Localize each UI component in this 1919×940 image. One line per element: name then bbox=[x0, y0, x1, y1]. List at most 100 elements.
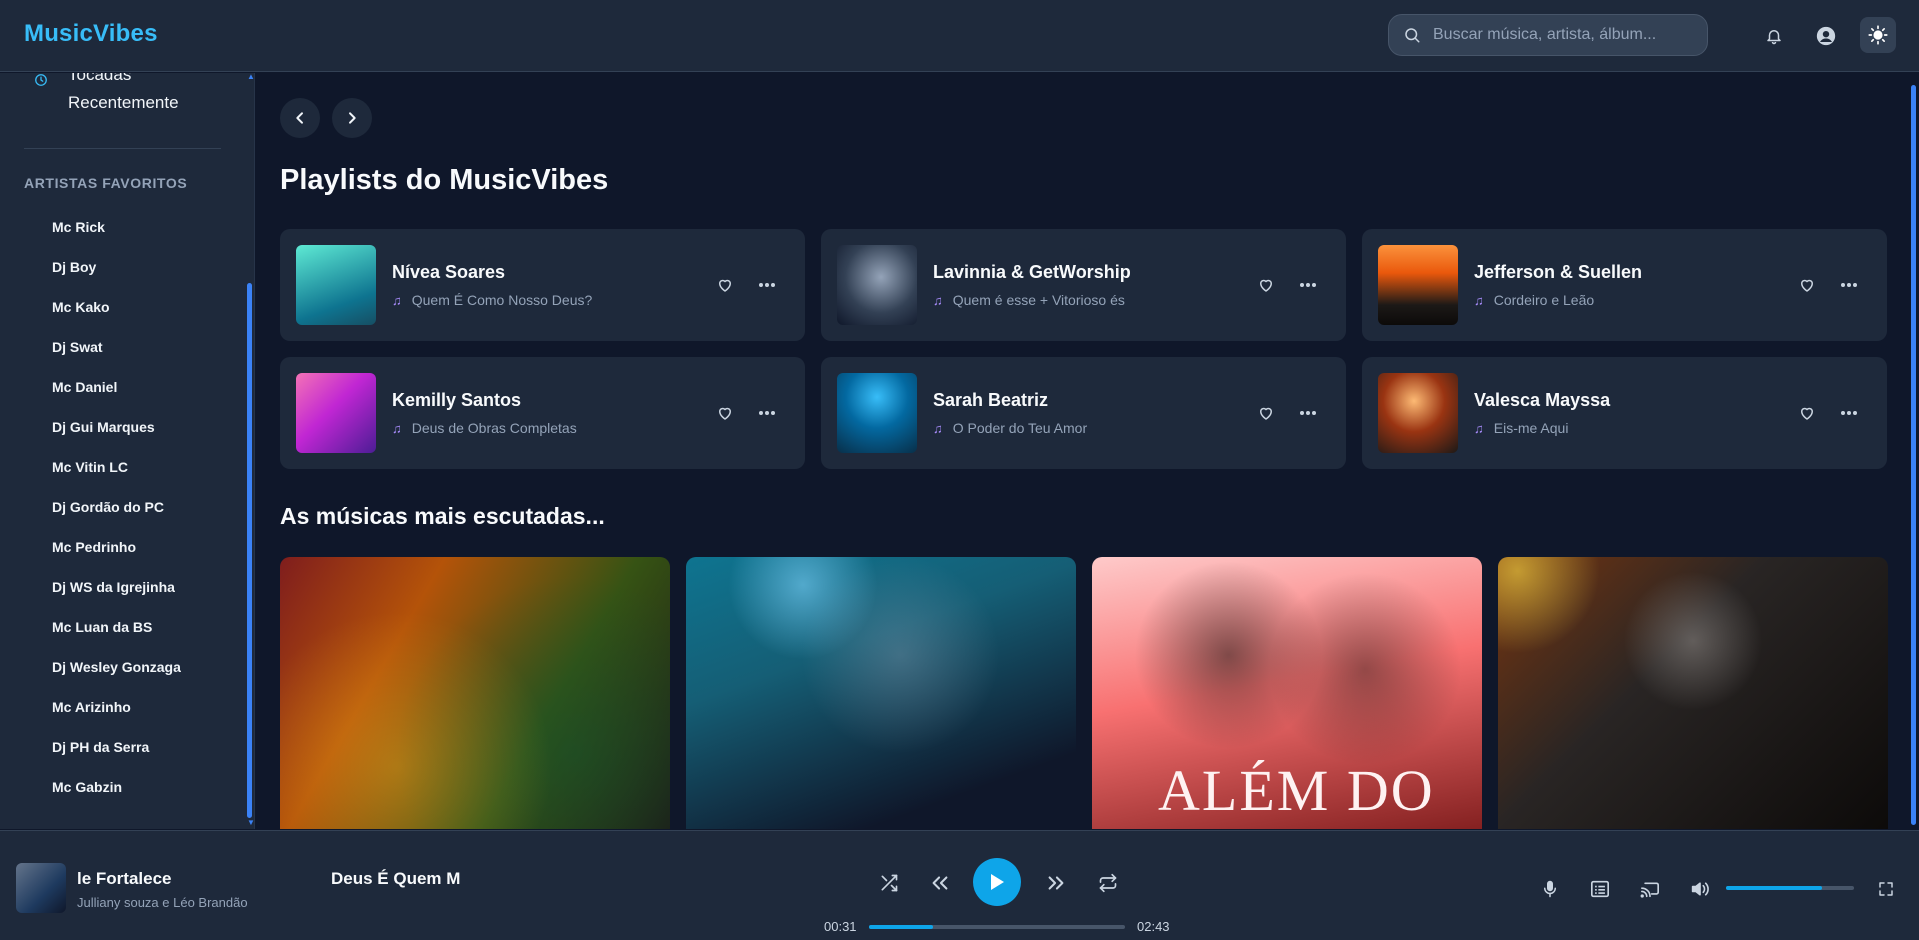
profile-button[interactable] bbox=[1813, 23, 1839, 49]
top-song-card[interactable] bbox=[1498, 557, 1888, 829]
lyrics-button[interactable] bbox=[1538, 877, 1562, 901]
top-song-card[interactable] bbox=[686, 557, 1076, 829]
sidebar-scroll-down-arrow[interactable]: ▼ bbox=[247, 819, 254, 827]
top-song-card[interactable] bbox=[280, 557, 670, 829]
playlist-subtitle: ♫ Quem é esse + Vitorioso és bbox=[933, 292, 1125, 308]
sidebar-artist-item[interactable]: Dj WS da Igrejinha bbox=[52, 579, 181, 619]
sidebar-artist-item[interactable]: Mc Luan da BS bbox=[52, 619, 181, 659]
now-playing-title: le Fortalece bbox=[77, 869, 172, 888]
favorite-artists-list: Mc Rick Dj Boy Mc Kako Dj Swat Mc Daniel… bbox=[52, 219, 181, 819]
more-options-button[interactable] bbox=[755, 401, 779, 425]
now-playing-artist: Julliany souza e Léo Brandão bbox=[77, 895, 248, 910]
search-icon bbox=[1405, 28, 1420, 43]
playlist-subtitle-text: Cordeiro e Leão bbox=[1493, 292, 1595, 308]
search-bar[interactable] bbox=[1388, 14, 1708, 56]
queue-button[interactable] bbox=[1588, 877, 1612, 901]
favorite-button[interactable] bbox=[1254, 401, 1278, 425]
more-horizontal-icon bbox=[1300, 283, 1316, 287]
main-content: Playlists do MusicVibes Nívea Soares ♫ Qu… bbox=[256, 73, 1919, 829]
current-time: 00:31 bbox=[824, 919, 857, 934]
favorites-heading: ARTISTAS FAVORITOS bbox=[24, 175, 188, 191]
cover-overlay-text: ALÉM DO bbox=[1158, 758, 1435, 823]
playlist-card[interactable]: Nívea Soares ♫ Quem É Como Nosso Deus? bbox=[280, 229, 805, 341]
forward-button[interactable] bbox=[332, 98, 372, 138]
playlist-card[interactable]: Kemilly Santos ♫ Deus de Obras Completas bbox=[280, 357, 805, 469]
clock-icon bbox=[35, 74, 47, 86]
favorite-button[interactable] bbox=[1254, 273, 1278, 297]
sun-icon bbox=[1868, 25, 1888, 45]
playlist-subtitle-text: O Poder do Teu Amor bbox=[952, 420, 1088, 436]
theme-toggle-button[interactable] bbox=[1860, 17, 1896, 53]
app-logo[interactable]: MusicVibes bbox=[24, 20, 158, 48]
playlist-card[interactable]: Valesca Mayssa ♫ Eis-me Aqui bbox=[1362, 357, 1887, 469]
volume-icon bbox=[1691, 882, 1709, 896]
previous-button[interactable] bbox=[926, 869, 954, 897]
top-songs-section-title: As músicas mais escutadas... bbox=[280, 503, 605, 529]
progress-bar[interactable] bbox=[869, 925, 1125, 929]
more-options-button[interactable] bbox=[1837, 401, 1861, 425]
sidebar-item-recent[interactable]: Tocadas Recentemente bbox=[34, 73, 218, 117]
more-horizontal-icon bbox=[1841, 411, 1857, 415]
sidebar-scroll-up-arrow[interactable]: ▲ bbox=[247, 73, 254, 81]
song-cover-image bbox=[686, 557, 1076, 829]
more-options-button[interactable] bbox=[1837, 273, 1861, 297]
sidebar-artist-item[interactable]: Dj Gordão do PC bbox=[52, 499, 181, 539]
connect-device-button[interactable] bbox=[1638, 877, 1662, 901]
chevron-left-icon bbox=[296, 112, 303, 124]
more-horizontal-icon bbox=[1300, 411, 1316, 415]
volume-slider[interactable] bbox=[1726, 886, 1854, 890]
more-options-button[interactable] bbox=[1296, 401, 1320, 425]
shuffle-button[interactable] bbox=[875, 869, 903, 897]
player-bar: le Fortalece Julliany souza e Léo Brandã… bbox=[0, 830, 1919, 940]
playlists-section-title: Playlists do MusicVibes bbox=[280, 164, 609, 196]
heart-icon bbox=[1260, 279, 1272, 292]
playlist-cover bbox=[837, 245, 917, 325]
duration-time: 02:43 bbox=[1137, 919, 1170, 934]
more-options-button[interactable] bbox=[1296, 273, 1320, 297]
music-note-icon: ♫ bbox=[933, 420, 943, 436]
fullscreen-button[interactable] bbox=[1874, 877, 1898, 901]
sidebar-artist-item[interactable]: Dj Swat bbox=[52, 339, 181, 379]
sidebar-artist-item[interactable]: Mc Kako bbox=[52, 299, 181, 339]
sidebar-artist-item[interactable]: Mc Arizinho bbox=[52, 699, 181, 739]
search-input[interactable] bbox=[1433, 26, 1693, 44]
play-button[interactable] bbox=[973, 858, 1021, 906]
sidebar-artist-item[interactable]: Mc Daniel bbox=[52, 379, 181, 419]
notifications-button[interactable] bbox=[1761, 23, 1787, 49]
playlist-subtitle-text: Quem É Como Nosso Deus? bbox=[411, 292, 593, 308]
top-song-card[interactable]: ALÉM DO bbox=[1092, 557, 1482, 829]
sidebar-scrollbar-thumb[interactable] bbox=[247, 283, 252, 818]
sidebar-artist-item[interactable]: Dj Boy bbox=[52, 259, 181, 299]
song-cover-image bbox=[1498, 557, 1888, 829]
favorite-button[interactable] bbox=[713, 273, 737, 297]
queue-list-icon bbox=[1591, 880, 1609, 898]
more-horizontal-icon bbox=[1841, 283, 1857, 287]
sidebar-artist-item[interactable]: Dj Gui Marques bbox=[52, 419, 181, 459]
sidebar-artist-item[interactable]: Mc Pedrinho bbox=[52, 539, 181, 579]
shuffle-icon bbox=[881, 874, 898, 892]
playlist-name: Kemilly Santos bbox=[392, 390, 522, 410]
favorite-button[interactable] bbox=[713, 401, 737, 425]
repeat-button[interactable] bbox=[1094, 869, 1122, 897]
playlist-subtitle-text: Deus de Obras Completas bbox=[411, 420, 577, 436]
favorite-button[interactable] bbox=[1795, 401, 1819, 425]
more-options-button[interactable] bbox=[755, 273, 779, 297]
sidebar-artist-item[interactable]: Dj PH da Serra bbox=[52, 739, 181, 779]
main-scrollbar-thumb[interactable] bbox=[1911, 85, 1916, 825]
playlist-name: Jefferson & Suellen bbox=[1474, 262, 1643, 282]
now-playing-marquee: Deus É Quem M bbox=[331, 869, 461, 888]
playlist-card[interactable]: Jefferson & Suellen ♫ Cordeiro e Leão bbox=[1362, 229, 1887, 341]
sidebar-artist-item[interactable]: Mc Gabzin bbox=[52, 779, 181, 819]
playlist-card[interactable]: Lavinnia & GetWorship ♫ Quem é esse + Vit… bbox=[821, 229, 1346, 341]
sidebar-artist-item[interactable]: Mc Vitin LC bbox=[52, 459, 181, 499]
playlist-subtitle: ♫ Quem É Como Nosso Deus? bbox=[392, 292, 592, 308]
next-button[interactable] bbox=[1042, 869, 1070, 897]
sidebar-artist-item[interactable]: Dj Wesley Gonzaga bbox=[52, 659, 181, 699]
bell-icon bbox=[1767, 30, 1781, 45]
mute-button[interactable] bbox=[1688, 877, 1712, 901]
back-button[interactable] bbox=[280, 98, 320, 138]
playlist-card[interactable]: Sarah Beatriz ♫ O Poder do Teu Amor bbox=[821, 357, 1346, 469]
microphone-icon bbox=[1544, 880, 1556, 898]
favorite-button[interactable] bbox=[1795, 273, 1819, 297]
sidebar-artist-item[interactable]: Mc Rick bbox=[52, 219, 181, 259]
